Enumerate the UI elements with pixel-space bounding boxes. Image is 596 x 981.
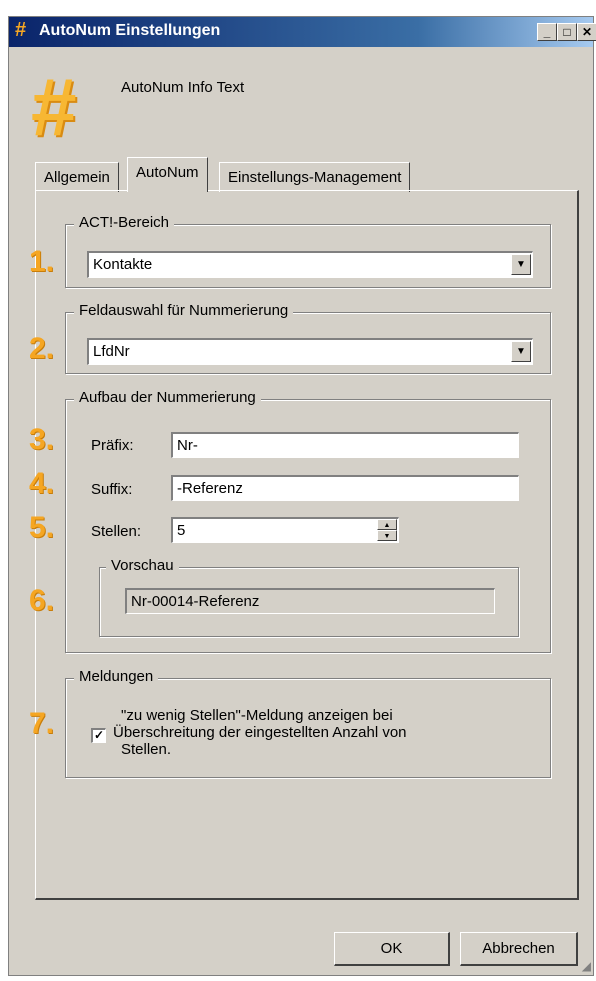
stellen-spinner[interactable]: ▲ ▼ bbox=[377, 519, 397, 543]
suffix-label: Suffix: bbox=[91, 481, 133, 498]
act-bereich-value: Kontakte bbox=[93, 256, 153, 273]
maximize-button[interactable]: □ bbox=[557, 23, 577, 41]
meldung-checkbox[interactable]: ✓ bbox=[91, 728, 106, 743]
tab-einstellungs-management[interactable]: Einstellungs-Management bbox=[219, 162, 411, 192]
spin-up-icon[interactable]: ▲ bbox=[377, 519, 397, 530]
chevron-down-icon[interactable]: ▼ bbox=[511, 341, 531, 362]
step-number-3: 3. bbox=[29, 423, 55, 456]
step-number-5: 5. bbox=[29, 511, 55, 544]
stellen-value: 5 bbox=[177, 522, 186, 539]
prefix-label: Präfix: bbox=[91, 437, 134, 454]
vorschau-field: Nr-00014-Referenz bbox=[125, 588, 495, 614]
act-bereich-select[interactable]: Kontakte ▼ bbox=[87, 251, 533, 278]
meldung-label-line2: Überschreitung der eingestellten Anzahl … bbox=[113, 724, 407, 741]
feldauswahl-legend: Feldauswahl für Nummerierung bbox=[74, 302, 294, 319]
stellen-label: Stellen: bbox=[91, 523, 142, 540]
vorschau-legend: Vorschau bbox=[106, 557, 179, 574]
autonum-logo-icon: # bbox=[31, 62, 77, 153]
act-bereich-legend: ACT!-Bereich bbox=[74, 214, 175, 231]
step-number-2: 2. bbox=[29, 332, 55, 365]
stellen-stepper[interactable]: 5 ▲ ▼ bbox=[171, 517, 399, 543]
minimize-button[interactable]: _ bbox=[537, 23, 557, 41]
prefix-input[interactable]: Nr- bbox=[171, 432, 519, 458]
ok-button[interactable]: OK bbox=[334, 932, 450, 966]
spin-down-icon[interactable]: ▼ bbox=[377, 530, 397, 541]
step-number-4: 4. bbox=[29, 467, 55, 500]
title-bar[interactable]: # AutoNum Einstellungen _ □ ✕ bbox=[9, 17, 596, 47]
step-number-6: 6. bbox=[29, 584, 55, 617]
step-number-1: 1. bbox=[29, 245, 55, 278]
meldungen-legend: Meldungen bbox=[74, 668, 159, 685]
meldung-label-line1: "zu wenig Stellen"-Meldung anzeigen bei bbox=[121, 707, 393, 724]
meldung-label-line3: Stellen. bbox=[121, 741, 172, 758]
suffix-input[interactable]: -Referenz bbox=[171, 475, 519, 501]
hash-icon: # bbox=[15, 19, 27, 41]
feldauswahl-value: LfdNr bbox=[93, 343, 130, 360]
window-title: AutoNum Einstellungen bbox=[39, 22, 221, 39]
resize-grip-icon[interactable]: ◢ bbox=[582, 959, 591, 973]
tab-allgemein[interactable]: Allgemein bbox=[35, 162, 119, 192]
cancel-button[interactable]: Abbrechen bbox=[460, 932, 578, 966]
settings-dialog: # AutoNum Einstellungen _ □ ✕ # AutoNum … bbox=[8, 16, 596, 976]
check-icon: ✓ bbox=[93, 728, 105, 742]
feldauswahl-select[interactable]: LfdNr ▼ bbox=[87, 338, 533, 365]
aufbau-legend: Aufbau der Nummerierung bbox=[74, 389, 261, 406]
chevron-down-icon[interactable]: ▼ bbox=[511, 254, 531, 275]
tab-autonum[interactable]: AutoNum bbox=[127, 157, 208, 192]
step-number-7: 7. bbox=[29, 707, 55, 740]
info-text: AutoNum Info Text bbox=[121, 79, 245, 96]
close-button[interactable]: ✕ bbox=[577, 23, 596, 41]
meldung-checkbox-label[interactable]: "zu wenig Stellen"-Meldung anzeigen bei … bbox=[113, 707, 407, 758]
